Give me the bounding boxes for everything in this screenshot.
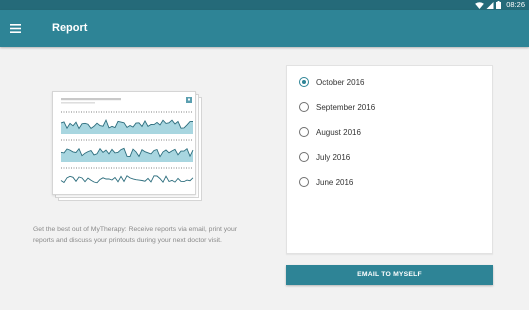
page-title: Report — [52, 22, 88, 34]
preview-chart-line — [60, 175, 194, 184]
report-preview-illustration — [52, 91, 202, 201]
radio-button[interactable] — [299, 152, 309, 162]
month-option-october-2016[interactable]: October 2016 — [299, 75, 364, 89]
report-description: Get the best out of MyTherapy: Receive r… — [33, 226, 237, 244]
status-time: 08:26 — [506, 0, 525, 9]
radio-button[interactable] — [299, 177, 309, 187]
month-option-july-2016[interactable]: July 2016 — [299, 150, 350, 164]
month-option-label: September 2016 — [316, 102, 376, 112]
hamburger-menu-icon[interactable] — [6, 19, 24, 37]
wifi-icon — [475, 1, 484, 9]
menu-glyph — [9, 23, 21, 33]
month-selection-card: October 2016 September 2016 August 2016 … — [286, 65, 493, 254]
signal-icon — [486, 1, 494, 9]
radio-button[interactable] — [299, 102, 309, 112]
month-option-label: October 2016 — [316, 77, 365, 87]
month-option-label: July 2016 — [316, 152, 351, 162]
month-option-label: June 2016 — [316, 177, 354, 187]
month-option-september-2016[interactable]: September 2016 — [299, 100, 375, 114]
radio-button[interactable] — [299, 77, 309, 87]
battery-icon — [496, 1, 501, 9]
email-to-myself-button[interactable]: EMAIL TO MYSELF — [286, 265, 493, 285]
report-page-front — [52, 91, 196, 195]
month-option-label: August 2016 — [316, 127, 361, 137]
month-option-june-2016[interactable]: June 2016 — [299, 175, 353, 189]
app-bar: Report — [0, 10, 529, 47]
month-option-august-2016[interactable]: August 2016 — [299, 125, 361, 139]
radio-button[interactable] — [299, 127, 309, 137]
status-icons — [475, 1, 501, 9]
status-bar: 08:26 — [0, 0, 529, 10]
